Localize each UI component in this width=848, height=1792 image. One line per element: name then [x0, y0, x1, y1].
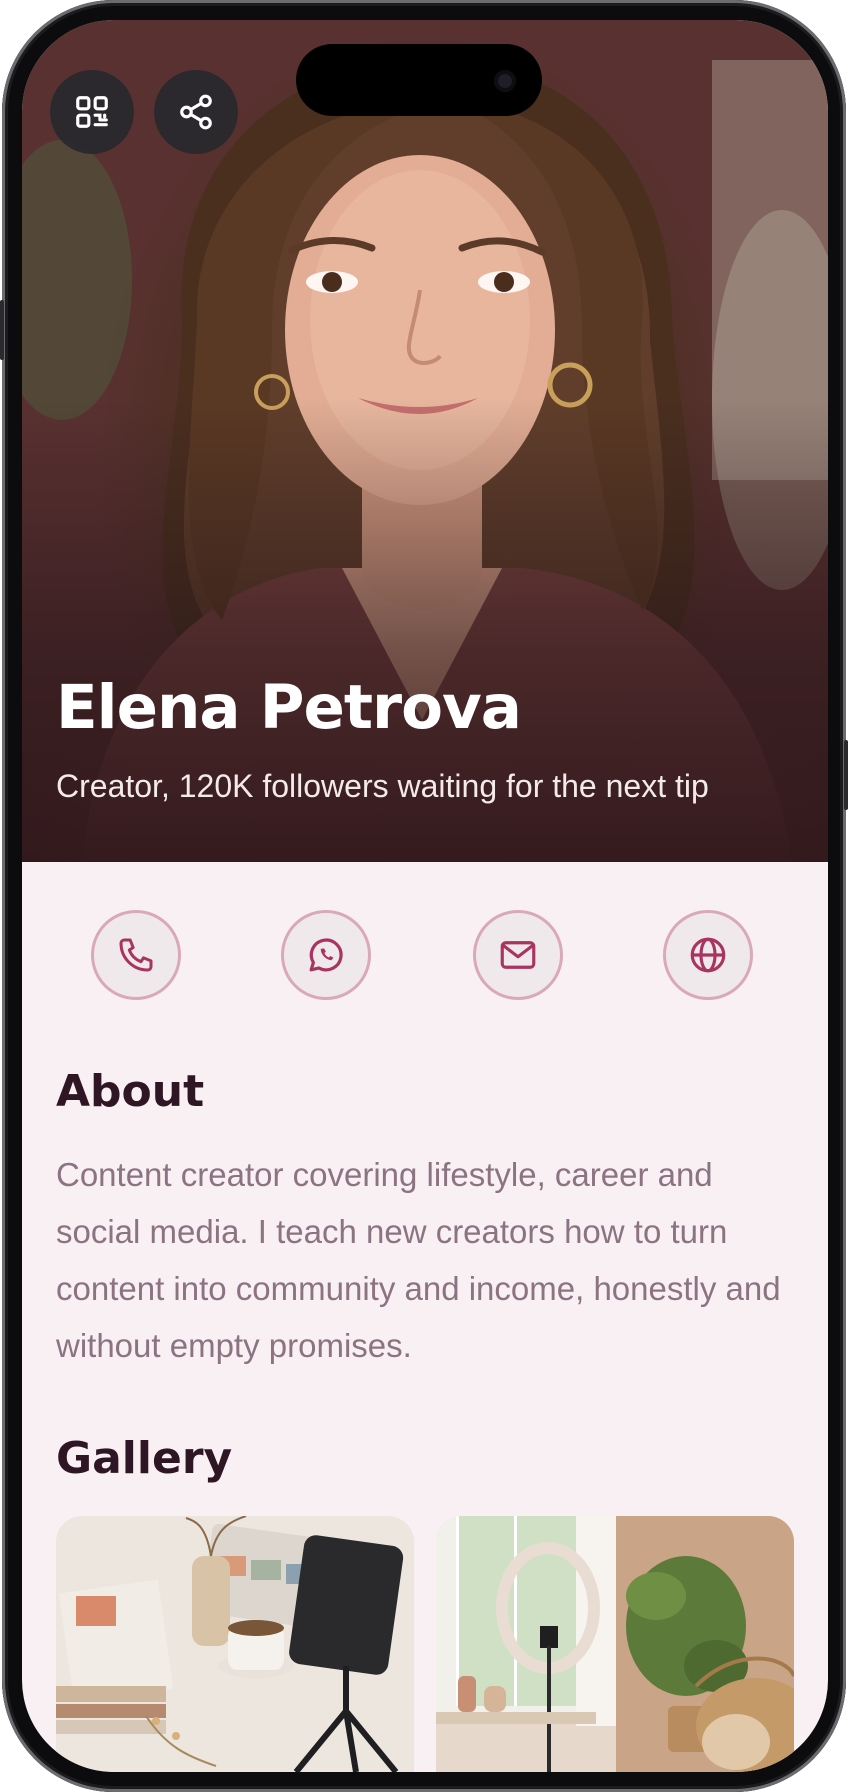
whatsapp-icon [309, 938, 343, 972]
qr-code-icon [76, 96, 108, 128]
gallery-photo-desk [56, 1516, 414, 1772]
website-button[interactable] [663, 910, 753, 1000]
email-button[interactable] [473, 910, 563, 1000]
dynamic-island [296, 44, 542, 116]
front-camera [494, 70, 516, 92]
side-button [844, 740, 848, 810]
call-button[interactable] [91, 910, 181, 1000]
share-icon [180, 94, 212, 130]
about-text: Content creator covering lifestyle, care… [56, 1156, 781, 1364]
about-heading: About [56, 1066, 205, 1117]
profile-hero: Elena Petrova Creator, 120K followers wa… [22, 20, 828, 862]
profile-tagline: Creator, 120K followers waiting for the … [56, 768, 709, 804]
gallery-heading: Gallery [56, 1433, 233, 1484]
gallery-image[interactable] [436, 1516, 794, 1772]
globe-icon [690, 937, 726, 973]
side-button [0, 300, 4, 360]
profile-name: Elena Petrova [56, 672, 522, 743]
whatsapp-button[interactable] [281, 910, 371, 1000]
screen: Elena Petrova Creator, 120K followers wa… [22, 20, 828, 1772]
gallery-photo-studio [436, 1516, 794, 1772]
mail-icon [500, 941, 536, 969]
gallery-image[interactable] [56, 1516, 414, 1772]
phone-frame: Elena Petrova Creator, 120K followers wa… [0, 0, 848, 1792]
phone-icon [119, 938, 153, 972]
share-button[interactable] [154, 70, 238, 154]
qr-code-button[interactable] [50, 70, 134, 154]
